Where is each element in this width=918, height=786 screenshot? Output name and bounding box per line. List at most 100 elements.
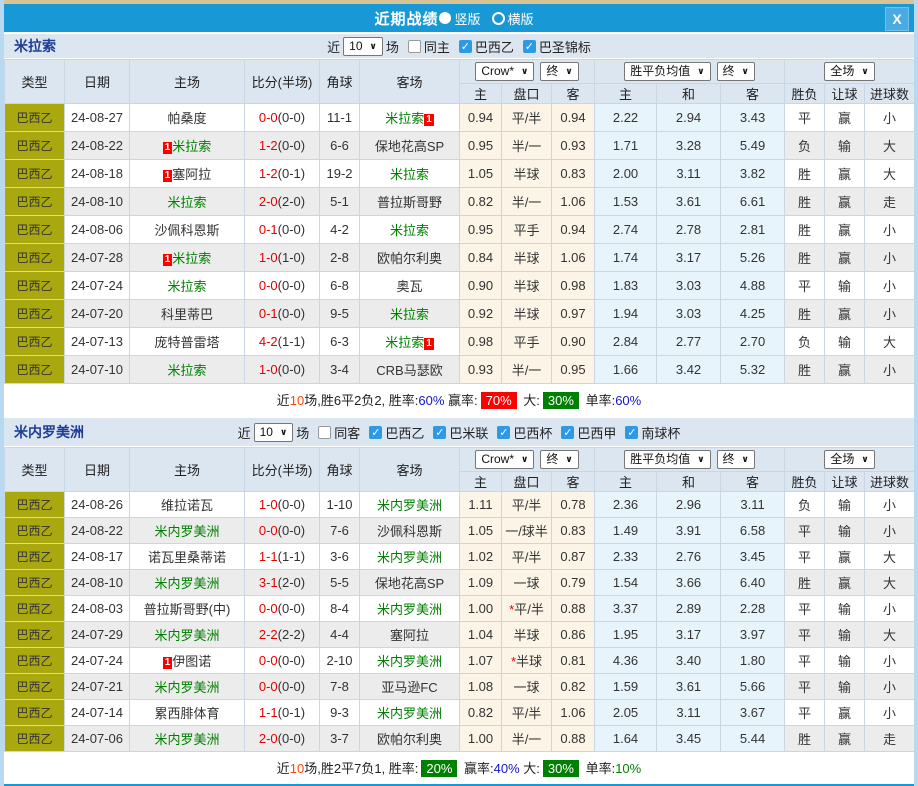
checkbox-checked-icon[interactable]: ✓ [369, 426, 382, 439]
match-row: 巴西乙24-08-221米拉索1-2(0-0)6-6保地花高SP0.95半/一0… [5, 132, 915, 160]
away-odds-cell: 0.83 [552, 518, 595, 544]
avg-draw-cell: 3.66 [657, 570, 721, 596]
filter-checkbox-label[interactable]: 巴西乙 [385, 423, 424, 442]
match-row: 巴西乙24-07-29米内罗美洲2-2(2-2)4-4塞阿拉1.04半球0.86… [5, 622, 915, 648]
handicap-value: 半球 [513, 167, 539, 182]
home-odds-cell: 0.82 [460, 188, 502, 216]
avg-away-cell: 2.81 [721, 216, 785, 244]
checkbox-checked-icon[interactable]: ✓ [459, 40, 472, 53]
checkbox-checked-icon[interactable]: ✓ [497, 426, 510, 439]
sub-column-header: 主 [595, 84, 657, 104]
handicap-result-cell: 输 [825, 622, 865, 648]
avg-final-select[interactable]: 终∨ [717, 62, 755, 81]
match-scope-select[interactable]: 全场∨ [824, 62, 874, 81]
filter-checkbox-label[interactable]: 同客 [334, 423, 360, 442]
league-cell: 巴西乙 [5, 160, 65, 188]
checkbox-checked-icon[interactable]: ✓ [561, 426, 574, 439]
home-odds-cell: 0.94 [460, 104, 502, 132]
odds-source-select[interactable]: Crow*∨ [475, 450, 534, 469]
home-odds-cell: 0.93 [460, 356, 502, 384]
column-header: 比分(半场) [245, 60, 320, 104]
avg-away-cell: 6.58 [721, 518, 785, 544]
filter-checkbox-label[interactable]: 南球杯 [641, 423, 680, 442]
home-odds-cell: 0.98 [460, 328, 502, 356]
header-group-row: 类型日期主场比分(半场)角球客场Crow*∨终∨胜平负均值∨终∨全场∨ [5, 448, 915, 472]
sub-column-header: 让球 [825, 472, 865, 492]
summary-segment: 大: [520, 393, 540, 408]
away-odds-cell: 0.97 [552, 300, 595, 328]
avg-home-cell: 2.36 [595, 492, 657, 518]
away-team-name: 米拉索 [385, 111, 424, 126]
checkbox-checked-icon[interactable]: ✓ [523, 40, 536, 53]
half-time-score: (0-0) [278, 731, 305, 746]
avg-type-select[interactable]: 胜平负均值∨ [624, 450, 710, 469]
match-scope-select-value: 全场 [830, 64, 854, 79]
away-odds-cell: 0.98 [552, 272, 595, 300]
filter-checkbox-label[interactable]: 巴西甲 [577, 423, 616, 442]
handicap-result-cell: 赢 [825, 188, 865, 216]
near-label: 近 [327, 37, 340, 56]
avg-home-cell: 1.64 [595, 726, 657, 752]
result-cell: 胜 [785, 356, 825, 384]
checkbox-checked-icon[interactable]: ✓ [433, 426, 446, 439]
away-team-name: 沙佩科恩斯 [377, 524, 442, 539]
home-team-cell: 米内罗美洲 [130, 570, 245, 596]
half-time-score: (1-1) [278, 549, 305, 564]
goals-cell: 走 [865, 188, 915, 216]
filter-checkbox-label[interactable]: 巴西杯 [513, 423, 552, 442]
checkbox-checked-icon[interactable]: ✓ [625, 426, 638, 439]
filter-checkbox-label[interactable]: 同主 [424, 37, 450, 56]
checkbox-unchecked-icon[interactable] [408, 40, 421, 53]
away-team-name: 普拉斯哥野 [377, 195, 442, 210]
avg-away-cell: 5.49 [721, 132, 785, 160]
score-cell: 1-1(0-1) [245, 700, 320, 726]
home-team-cell: 普拉斯哥野(中) [130, 596, 245, 622]
goals-cell: 走 [865, 726, 915, 752]
away-team-name: 米拉索 [385, 335, 424, 350]
games-count-select[interactable]: 10∨ [343, 37, 383, 56]
avg-type-select[interactable]: 胜平负均值∨ [624, 62, 710, 81]
close-button[interactable]: X [885, 7, 909, 31]
handicap-cell: *半球 [502, 648, 552, 674]
away-team-name: 米拉索 [390, 223, 429, 238]
handicap-cell: *平/半 [502, 596, 552, 622]
handicap-result-cell: 输 [825, 596, 865, 622]
filter-checkbox-label[interactable]: 巴圣锦标 [539, 37, 591, 56]
horizontal-layout-label[interactable]: 横版 [508, 9, 534, 28]
handicap-result-cell: 输 [825, 272, 865, 300]
odds-final-select[interactable]: 终∨ [540, 450, 578, 469]
games-count-select[interactable]: 10∨ [254, 423, 294, 442]
horizontal-layout-radio[interactable] [492, 12, 505, 25]
handicap-result-cell: 赢 [825, 300, 865, 328]
result-cell: 平 [785, 596, 825, 622]
odds-source-select[interactable]: Crow*∨ [475, 62, 534, 81]
chevron-down-icon: ∨ [521, 64, 528, 79]
match-row: 巴西乙24-07-06米内罗美洲2-0(0-0)3-7欧帕尔利奥1.00半/一0… [5, 726, 915, 752]
match-row: 巴西乙24-08-27帕桑度0-0(0-0)11-1米拉索10.94平/半0.9… [5, 104, 915, 132]
home-team-name: 米内罗美洲 [154, 680, 219, 695]
odds-final-select[interactable]: 终∨ [540, 62, 578, 81]
vertical-layout-radio[interactable] [439, 12, 451, 24]
checkbox-unchecked-icon[interactable] [318, 426, 331, 439]
half-time-score: (0-0) [278, 362, 305, 377]
half-time-score: (0-0) [278, 222, 305, 237]
chevron-down-icon: ∨ [742, 64, 749, 79]
half-time-score: (0-0) [278, 110, 305, 125]
away-team-name: 欧帕尔利奥 [377, 732, 442, 747]
full-time-score: 0-1 [259, 306, 278, 321]
home-odds-cell: 1.00 [460, 596, 502, 622]
summary-segment: 赢率: [444, 393, 477, 408]
match-scope-select[interactable]: 全场∨ [824, 450, 874, 469]
corner-cell: 5-1 [320, 188, 360, 216]
handicap-result-cell: 赢 [825, 356, 865, 384]
home-team-cell: 1米拉索 [130, 244, 245, 272]
vertical-layout-label[interactable]: 竖版 [454, 9, 480, 28]
handicap-result-cell: 赢 [825, 160, 865, 188]
sub-column-header: 胜负 [785, 472, 825, 492]
handicap-value: 平/半 [512, 706, 542, 721]
filter-checkbox-label[interactable]: 巴西乙 [475, 37, 514, 56]
avg-final-select[interactable]: 终∨ [717, 450, 755, 469]
away-odds-cell: 0.88 [552, 726, 595, 752]
filter-checkbox-label[interactable]: 巴米联 [449, 423, 488, 442]
home-team-cell: 诺瓦里桑蒂诺 [130, 544, 245, 570]
